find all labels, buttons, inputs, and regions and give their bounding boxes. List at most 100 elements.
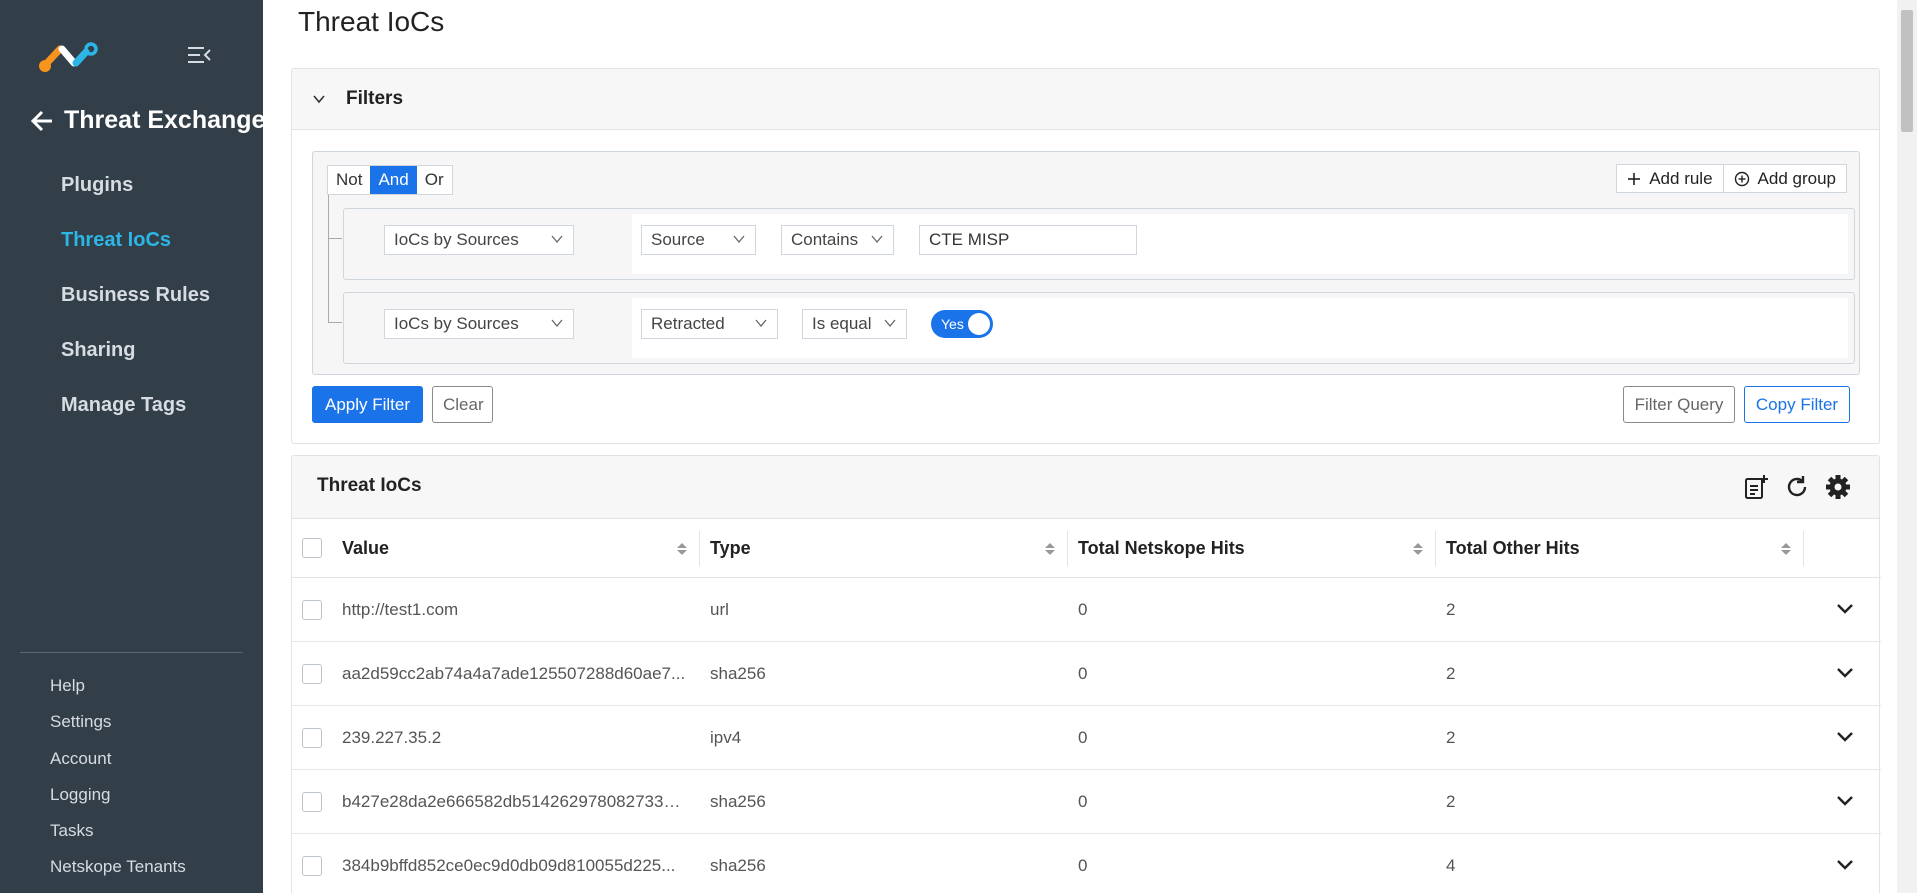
- rule-category-select[interactable]: IoCs by Sources: [384, 225, 574, 255]
- cell-type: url: [710, 600, 729, 619]
- tree-connector-tick: [328, 238, 342, 239]
- sidebar-bottom-nav: Help Settings Account Logging Tasks Nets…: [0, 668, 263, 886]
- cell-type: sha256: [710, 664, 766, 683]
- cell-value: b427e28da2e666582db5142629780827330...: [342, 792, 687, 811]
- chevron-down-icon: [733, 235, 745, 244]
- rule-operator-value: Contains: [791, 230, 859, 249]
- sidebar-item-logging[interactable]: Logging: [0, 777, 263, 813]
- toggle-label: Yes: [941, 316, 964, 332]
- cell-netskope-hits: 0: [1078, 792, 1088, 811]
- netskope-logo-icon[interactable]: [38, 38, 100, 74]
- filter-rule: IoCs by Sources Source Contains CTE MISP: [343, 208, 1855, 280]
- chevron-down-icon[interactable]: [1836, 858, 1854, 872]
- chevron-down-icon[interactable]: [1836, 730, 1854, 744]
- table-toolbar: Threat IoCs: [292, 456, 1879, 519]
- sidebar-item-settings[interactable]: Settings: [0, 704, 263, 740]
- column-separator: [1803, 531, 1804, 566]
- add-note-icon[interactable]: [1742, 473, 1770, 501]
- rule-value-input[interactable]: CTE MISP: [919, 225, 1137, 255]
- sort-icon[interactable]: [1780, 541, 1792, 557]
- back-to-threat-exchange[interactable]: Threat Exchange: [30, 106, 265, 135]
- chevron-down-icon[interactable]: [1836, 602, 1854, 616]
- page-scrollbar-thumb[interactable]: [1901, 10, 1913, 132]
- select-all-checkbox[interactable]: [302, 538, 322, 558]
- row-checkbox[interactable]: [302, 728, 322, 748]
- query-builder: Not And Or Add rule Add group IoCs by So…: [312, 151, 1860, 375]
- row-checkbox[interactable]: [302, 856, 322, 876]
- chevron-down-icon: [551, 319, 563, 328]
- sidebar-item-business-rules[interactable]: Business Rules: [0, 275, 263, 330]
- collapse-menu-icon[interactable]: [186, 44, 212, 66]
- combinator-or[interactable]: Or: [416, 166, 452, 194]
- add-group-button[interactable]: Add group: [1723, 164, 1847, 193]
- chevron-down-icon: [755, 319, 767, 328]
- rule-field-select[interactable]: Retracted: [641, 309, 778, 339]
- cell-other-hits: 2: [1446, 600, 1456, 619]
- column-header-value[interactable]: Value: [342, 519, 389, 578]
- add-rule-label: Add rule: [1649, 169, 1713, 188]
- sidebar-item-netskope-tenants[interactable]: Netskope Tenants: [0, 849, 263, 885]
- rule-operator-select[interactable]: Contains: [781, 225, 894, 255]
- chevron-down-icon[interactable]: [1836, 794, 1854, 808]
- table-row[interactable]: b427e28da2e666582db5142629780827330... s…: [292, 770, 1881, 834]
- module-title: Threat Exchange: [64, 106, 266, 134]
- column-header-type[interactable]: Type: [710, 519, 751, 578]
- refresh-icon[interactable]: [1783, 473, 1811, 501]
- chevron-down-icon: [313, 95, 325, 104]
- sort-icon[interactable]: [1412, 541, 1424, 557]
- row-checkbox[interactable]: [302, 664, 322, 684]
- sort-icon[interactable]: [1044, 541, 1056, 557]
- table-row[interactable]: 384b9bffd852ce0ec9d0db09d810055d225... s…: [292, 834, 1881, 893]
- column-header-other-hits[interactable]: Total Other Hits: [1446, 519, 1580, 578]
- column-separator: [699, 531, 700, 566]
- plus-circle-icon: [1734, 171, 1749, 186]
- query-actions: Add rule Add group: [1616, 164, 1847, 193]
- apply-filter-button[interactable]: Apply Filter: [312, 386, 423, 423]
- chevron-down-icon: [884, 319, 896, 328]
- copy-filter-button[interactable]: Copy Filter: [1744, 386, 1850, 423]
- row-checkbox[interactable]: [302, 600, 322, 620]
- sidebar-item-sharing[interactable]: Sharing: [0, 330, 263, 385]
- plus-icon: [1628, 172, 1641, 185]
- rule-category-select[interactable]: IoCs by Sources: [384, 309, 574, 339]
- row-checkbox[interactable]: [302, 792, 322, 812]
- rule-field-select[interactable]: Source: [641, 225, 756, 255]
- sidebar-item-manage-tags[interactable]: Manage Tags: [0, 385, 263, 440]
- chevron-down-icon[interactable]: [1836, 666, 1854, 680]
- toggle-knob: [968, 313, 990, 335]
- filters-panel: Filters Not And Or Add rule Add group Io…: [291, 68, 1880, 444]
- rule-field-value: Source: [651, 230, 705, 249]
- rule-operator-select[interactable]: Is equal: [802, 309, 907, 339]
- cell-type: sha256: [710, 792, 766, 811]
- table-row[interactable]: 239.227.35.2 ipv4 0 2: [292, 706, 1881, 770]
- rule-value-toggle[interactable]: Yes: [931, 310, 993, 338]
- sidebar-item-help[interactable]: Help: [0, 668, 263, 704]
- table-row[interactable]: http://test1.com url 0 2: [292, 578, 1881, 642]
- clear-button[interactable]: Clear: [432, 386, 493, 423]
- rule-category-value: IoCs by Sources: [394, 314, 519, 333]
- gear-icon[interactable]: [1824, 473, 1852, 501]
- sidebar: Threat Exchange Plugins Threat IoCs Busi…: [0, 0, 265, 893]
- sort-icon[interactable]: [676, 541, 688, 557]
- column-header-netskope-hits[interactable]: Total Netskope Hits: [1078, 519, 1245, 578]
- combinator-not[interactable]: Not: [328, 166, 371, 194]
- combinator-and[interactable]: And: [370, 166, 417, 194]
- add-rule-button[interactable]: Add rule: [1616, 164, 1724, 193]
- filter-query-button[interactable]: Filter Query: [1623, 386, 1735, 423]
- sidebar-item-tasks[interactable]: Tasks: [0, 813, 263, 849]
- page-scrollbar-track[interactable]: [1897, 0, 1917, 893]
- cell-netskope-hits: 0: [1078, 664, 1088, 683]
- sidebar-nav: Plugins Threat IoCs Business Rules Shari…: [0, 165, 263, 440]
- column-separator: [1067, 531, 1068, 566]
- cell-other-hits: 2: [1446, 728, 1456, 747]
- sidebar-item-account[interactable]: Account: [0, 741, 263, 777]
- iocs-table-panel: Threat IoCs Value Type Total Netskope Hi…: [291, 455, 1881, 893]
- sidebar-item-plugins[interactable]: Plugins: [0, 165, 263, 220]
- page-title: Threat IoCs: [298, 6, 445, 37]
- filters-toggle[interactable]: Filters: [292, 69, 1879, 130]
- table-row[interactable]: aa2d59cc2ab74a4a7ade125507288d60ae7... s…: [292, 642, 1881, 706]
- cell-value: 384b9bffd852ce0ec9d0db09d810055d225...: [342, 856, 676, 875]
- cell-other-hits: 2: [1446, 792, 1456, 811]
- cell-netskope-hits: 0: [1078, 856, 1088, 875]
- sidebar-item-threat-iocs[interactable]: Threat IoCs: [0, 220, 263, 275]
